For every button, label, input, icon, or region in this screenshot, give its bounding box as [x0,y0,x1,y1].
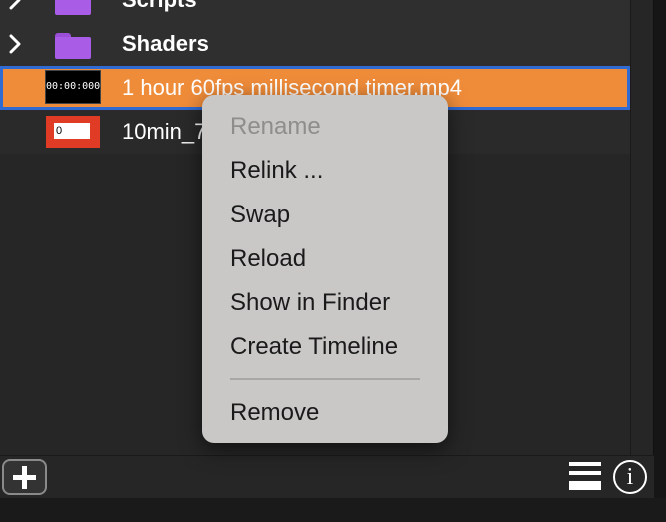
menu-item-create-timeline[interactable]: Create Timeline [230,329,398,365]
menu-item-swap[interactable]: Swap [230,197,290,233]
list-item-shaders[interactable]: Shaders [0,22,630,66]
menu-item-rename: Rename [230,113,321,140]
window-edge [654,0,666,522]
list-item-scripts[interactable]: Scripts [0,0,630,22]
context-menu: Rename Relink ... Swap Reload Show in Fi… [202,95,448,443]
thumbnail-counter-text: 0 [54,123,90,139]
menu-item-remove[interactable]: Remove [230,395,319,431]
add-button[interactable] [2,459,47,495]
info-icon[interactable]: i [613,460,647,494]
menu-item-reload[interactable]: Reload [230,241,306,277]
window-edge [0,498,666,522]
video-thumbnail: 0 [46,116,100,148]
list-item-label: Scripts [122,0,197,22]
list-view-icon[interactable] [569,462,601,492]
menu-item-show-in-finder[interactable]: Show in Finder [230,285,390,321]
menu-item-relink[interactable]: Relink ... [230,153,323,189]
scroll-divider [630,0,631,455]
chevron-right-icon[interactable] [8,0,22,10]
list-item-label: 10min_7 [122,119,207,144]
video-thumbnail: 00:00:000 [45,70,101,104]
bottom-toolbar: i [0,455,654,498]
folder-icon [55,33,91,59]
folder-icon [55,0,91,15]
list-item-label: Shaders [122,31,209,56]
menu-separator [230,378,420,380]
chevron-right-icon[interactable] [8,34,22,54]
